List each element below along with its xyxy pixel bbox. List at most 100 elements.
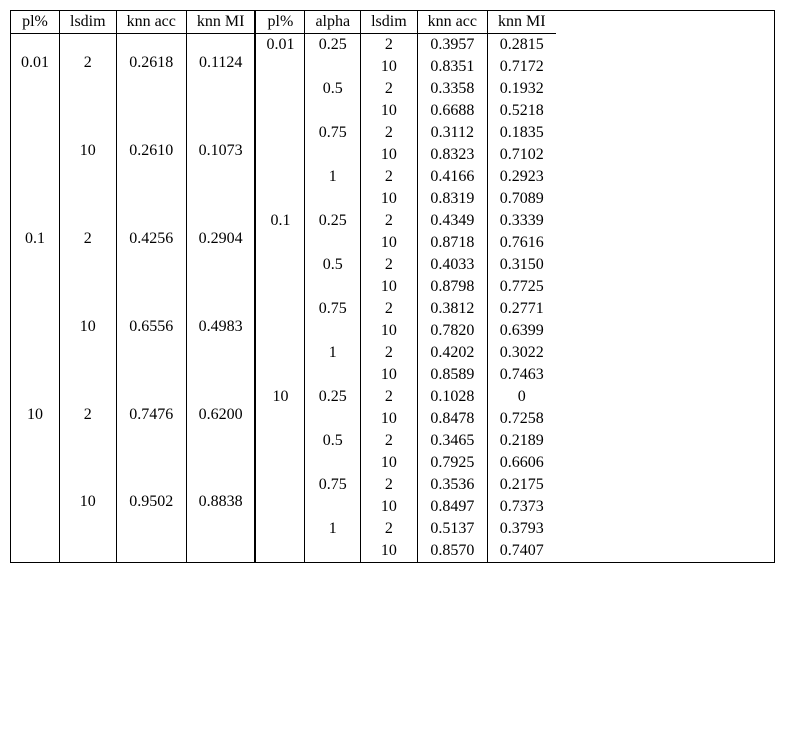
cell-mi: 0.3339 bbox=[487, 210, 555, 232]
cell-pl bbox=[11, 474, 60, 531]
cell-acc bbox=[116, 288, 186, 298]
cell-alpha bbox=[305, 100, 361, 122]
table-row: 0.0120.26180.1124 bbox=[11, 34, 255, 92]
cell-lsdim: 2 bbox=[361, 210, 418, 232]
cell-pl bbox=[11, 123, 60, 180]
cell-acc: 0.7476 bbox=[116, 386, 186, 443]
table-row: 100.83230.7102 bbox=[256, 144, 555, 166]
cell-alpha bbox=[305, 364, 361, 386]
cell-mi: 0.7616 bbox=[487, 232, 555, 254]
table-row: 100.87180.7616 bbox=[256, 232, 555, 254]
cell-pl bbox=[256, 430, 305, 452]
cell-alpha: 0.5 bbox=[305, 430, 361, 452]
table-row bbox=[11, 355, 255, 365]
cell-lsdim: 2 bbox=[60, 210, 117, 267]
cell-lsdim: 10 bbox=[361, 540, 418, 562]
table-row bbox=[11, 179, 255, 189]
cell-lsdim bbox=[60, 531, 117, 541]
cell-lsdim bbox=[60, 112, 117, 122]
cell-mi: 0.2815 bbox=[487, 34, 555, 57]
cell-mi: 0.1932 bbox=[487, 78, 555, 100]
table-row: 0.7520.31120.1835 bbox=[256, 122, 555, 144]
cell-pl bbox=[256, 56, 305, 78]
table-row bbox=[11, 531, 255, 541]
cell-alpha: 1 bbox=[305, 518, 361, 540]
cell-acc bbox=[116, 453, 186, 463]
cell-mi: 0.2175 bbox=[487, 474, 555, 496]
cell-pl bbox=[256, 78, 305, 100]
table-row: 120.41660.2923 bbox=[256, 166, 555, 188]
table-row bbox=[11, 288, 255, 298]
table-row: 100.85890.7463 bbox=[256, 364, 555, 386]
cell-mi: 0.6606 bbox=[487, 452, 555, 474]
cell-acc bbox=[116, 179, 186, 189]
col-header: pl% bbox=[11, 11, 60, 34]
cell-mi bbox=[186, 278, 255, 288]
table-row bbox=[11, 190, 255, 200]
cell-acc: 0.3536 bbox=[417, 474, 487, 496]
col-header: lsdim bbox=[60, 11, 117, 34]
cell-pl bbox=[256, 254, 305, 276]
table-row bbox=[11, 112, 255, 122]
table-row: 100.26100.1073 bbox=[11, 123, 255, 180]
cell-mi: 0.7102 bbox=[487, 144, 555, 166]
cell-acc: 0.4256 bbox=[116, 210, 186, 267]
cell-lsdim bbox=[60, 355, 117, 365]
cell-lsdim: 2 bbox=[60, 34, 117, 92]
cell-pl bbox=[256, 474, 305, 496]
cell-alpha bbox=[305, 540, 361, 562]
cell-lsdim: 2 bbox=[361, 386, 418, 408]
cell-acc: 0.3465 bbox=[417, 430, 487, 452]
cell-acc bbox=[116, 443, 186, 453]
cell-acc: 0.4033 bbox=[417, 254, 487, 276]
cell-acc: 0.7820 bbox=[417, 320, 487, 342]
cell-pl bbox=[256, 166, 305, 188]
cell-pl bbox=[256, 188, 305, 210]
cell-acc: 0.8478 bbox=[417, 408, 487, 430]
cell-lsdim: 10 bbox=[60, 474, 117, 531]
table-row bbox=[11, 365, 255, 375]
table-row bbox=[11, 200, 255, 210]
cell-pl bbox=[256, 122, 305, 144]
cell-acc bbox=[116, 278, 186, 288]
cell-acc: 0.3812 bbox=[417, 298, 487, 320]
cell-mi bbox=[186, 102, 255, 112]
col-header: alpha bbox=[305, 11, 361, 34]
cell-pl bbox=[11, 200, 60, 210]
cell-lsdim: 2 bbox=[361, 298, 418, 320]
table-row: 100.66880.5218 bbox=[256, 100, 555, 122]
cell-alpha: 0.5 bbox=[305, 78, 361, 100]
cell-alpha: 0.25 bbox=[305, 386, 361, 408]
table-row bbox=[11, 443, 255, 453]
table-header-row: pl% lsdim knn acc knn MI bbox=[11, 11, 255, 34]
cell-lsdim: 10 bbox=[60, 298, 117, 355]
cell-lsdim: 10 bbox=[361, 320, 418, 342]
cell-mi bbox=[186, 531, 255, 541]
cell-acc bbox=[116, 112, 186, 122]
cell-lsdim: 10 bbox=[361, 56, 418, 78]
cell-pl bbox=[256, 298, 305, 320]
cell-acc: 0.4202 bbox=[417, 342, 487, 364]
cell-lsdim bbox=[60, 453, 117, 463]
cell-alpha bbox=[305, 408, 361, 430]
cell-acc: 0.1028 bbox=[417, 386, 487, 408]
cell-acc bbox=[116, 464, 186, 474]
cell-alpha bbox=[305, 320, 361, 342]
cell-pl: 10 bbox=[11, 386, 60, 443]
cell-pl: 0.1 bbox=[11, 210, 60, 267]
col-header: knn MI bbox=[186, 11, 255, 34]
cell-mi: 0.7089 bbox=[487, 188, 555, 210]
cell-alpha bbox=[305, 144, 361, 166]
cell-mi: 0.4983 bbox=[186, 298, 255, 355]
table-row bbox=[11, 267, 255, 277]
cell-pl bbox=[11, 92, 60, 102]
cell-lsdim bbox=[60, 541, 117, 551]
cell-lsdim: 10 bbox=[361, 452, 418, 474]
table-row: 100.84970.7373 bbox=[256, 496, 555, 518]
cell-lsdim: 2 bbox=[361, 430, 418, 452]
table-row bbox=[11, 453, 255, 463]
cell-lsdim: 10 bbox=[361, 144, 418, 166]
cell-alpha: 0.75 bbox=[305, 122, 361, 144]
table-row bbox=[11, 102, 255, 112]
cell-pl bbox=[256, 320, 305, 342]
